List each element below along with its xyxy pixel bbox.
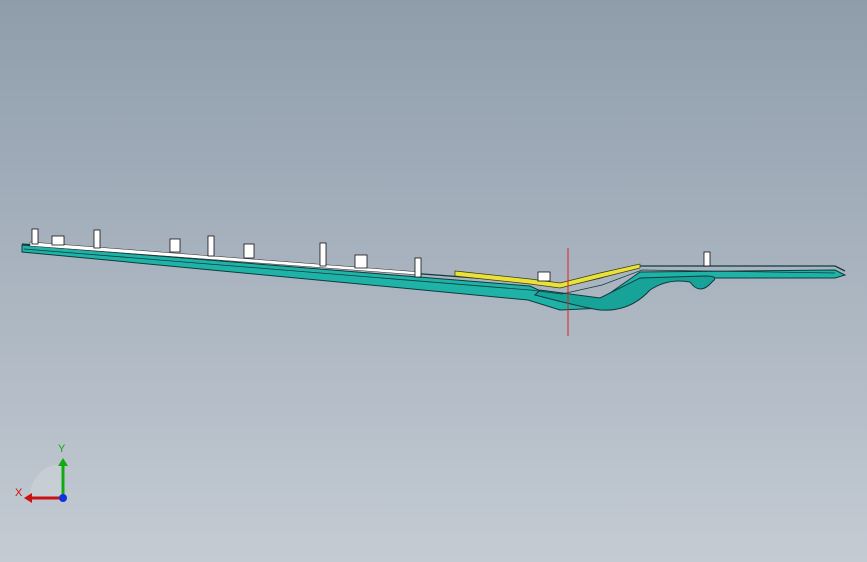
3d-model-view[interactable]	[0, 0, 867, 562]
clip	[319, 242, 327, 267]
clip	[169, 238, 181, 253]
clip	[51, 235, 65, 246]
clip	[93, 229, 101, 249]
triad-plane	[29, 463, 64, 498]
clip	[354, 254, 368, 269]
x-axis-arrowhead	[24, 493, 32, 503]
clip	[414, 257, 422, 278]
clip	[31, 228, 39, 245]
axis-triad	[24, 458, 68, 503]
clip	[243, 243, 255, 259]
y-axis-label: Y	[58, 443, 66, 455]
graphics-viewport[interactable]: X Y	[0, 0, 867, 562]
y-axis-arrowhead	[58, 458, 68, 466]
clip	[703, 251, 711, 267]
clip	[207, 235, 215, 257]
clip	[537, 271, 551, 282]
z-axis-dot	[59, 494, 67, 502]
x-axis-label: X	[15, 487, 23, 499]
